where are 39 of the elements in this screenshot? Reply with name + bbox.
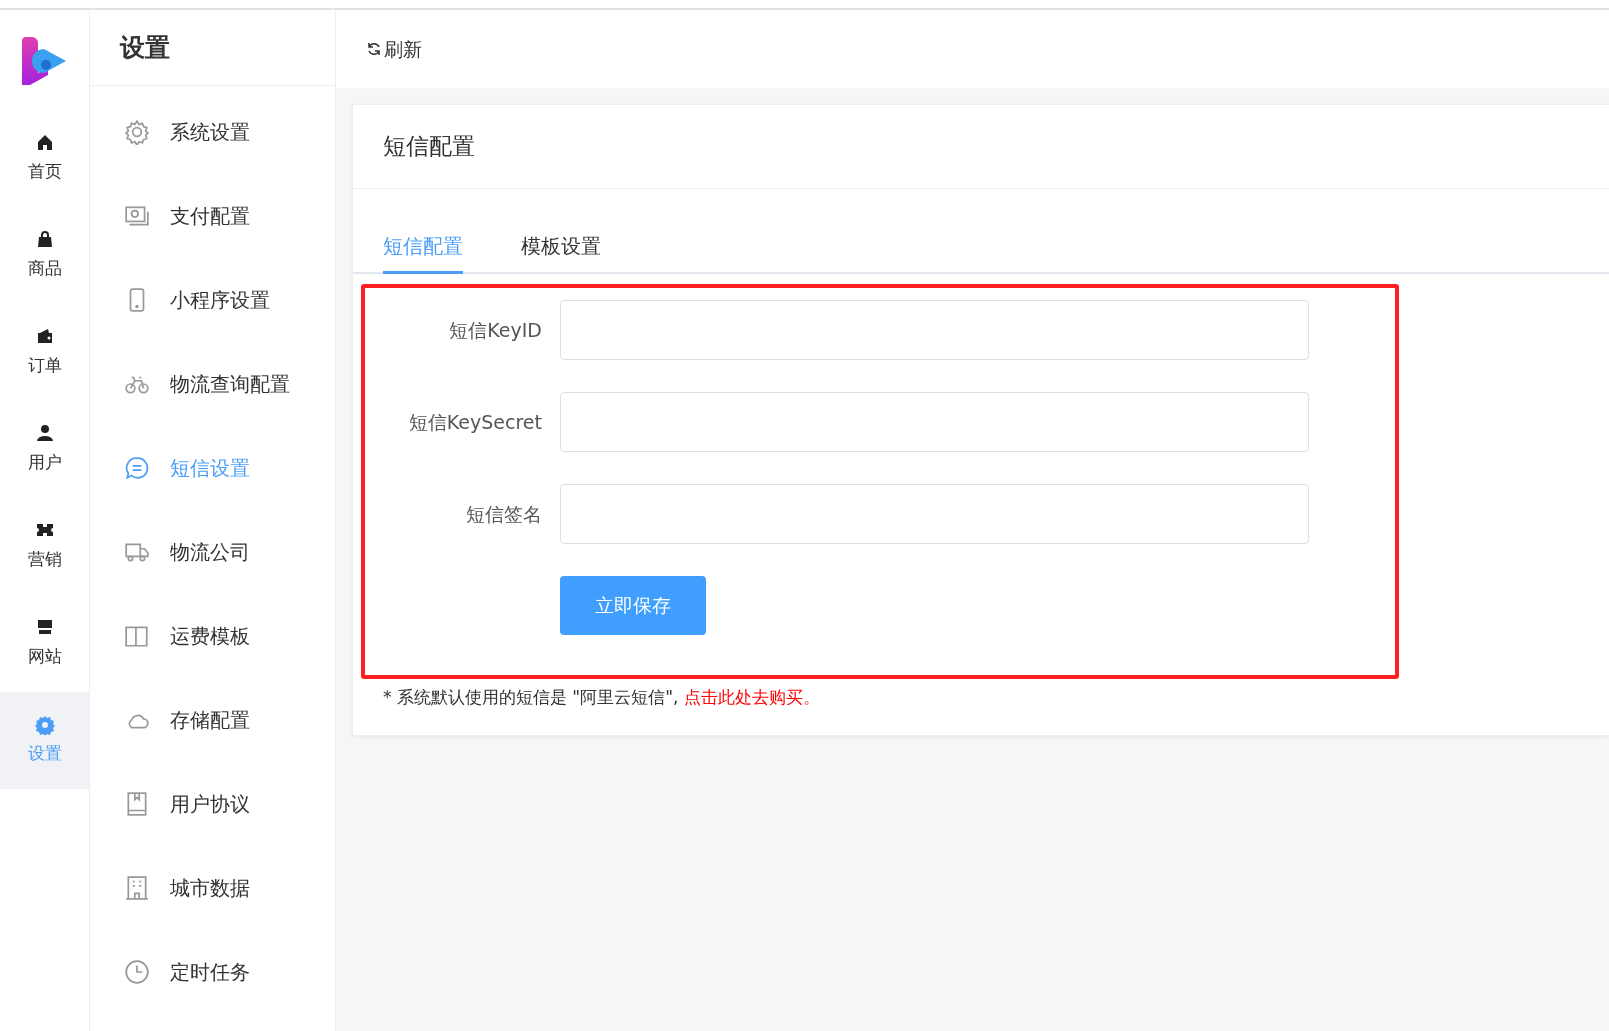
sidebar-item[interactable]: 系统设置	[90, 90, 335, 174]
logo-icon	[21, 35, 68, 85]
book-icon	[124, 791, 150, 817]
input-field[interactable]	[560, 484, 1309, 544]
sidebar-item[interactable]: 城市数据	[90, 846, 335, 930]
card-title: 短信配置	[353, 105, 1609, 189]
buy-link[interactable]: 点击此处去购买。	[683, 687, 820, 707]
rail-item[interactable]: 首页	[0, 110, 89, 207]
refresh-icon	[366, 41, 382, 57]
rail-item[interactable]: 订单	[0, 304, 89, 401]
field-label: 短信签名	[465, 501, 543, 527]
clock-icon	[124, 959, 150, 985]
book-icon	[124, 623, 150, 649]
sidebar-item[interactable]: 物流查询配置	[90, 342, 335, 426]
sidebar-item[interactable]: 存储配置	[90, 678, 335, 762]
rail-item[interactable]: 营销	[0, 498, 89, 595]
sidebar-title: 设置	[90, 10, 335, 86]
field-label: 短信KeyID	[448, 317, 543, 343]
input-field[interactable]	[560, 300, 1309, 360]
user-icon	[34, 423, 55, 444]
sidebar-item[interactable]: 小程序设置	[90, 258, 335, 342]
sidebar-item[interactable]: 物流公司	[90, 510, 335, 594]
money-icon	[124, 203, 150, 229]
rail-item[interactable]: 用户	[0, 401, 89, 498]
settings-icon	[124, 119, 150, 145]
tab[interactable]: 模板设置	[521, 231, 601, 274]
rail-item[interactable]: 网站	[0, 595, 89, 692]
settings-icon	[34, 714, 55, 735]
note-text: * 系统默认使用的短信是 "阿里云短信", 点击此处去购买。	[382, 686, 821, 709]
rail-item[interactable]: 商品	[0, 207, 89, 304]
sidebar-item[interactable]: 支付配置	[90, 174, 335, 258]
sidebar-item[interactable]: 用户协议	[90, 762, 335, 846]
refresh-button[interactable]: 刷新	[366, 34, 422, 64]
building-icon	[124, 875, 150, 901]
sidebar-item[interactable]: 定时任务	[90, 930, 335, 1014]
field-label: 短信KeySecret	[407, 409, 543, 435]
sidebar-item[interactable]: 运费模板	[90, 594, 335, 678]
chat-icon	[124, 455, 150, 481]
input-field[interactable]	[560, 392, 1309, 452]
